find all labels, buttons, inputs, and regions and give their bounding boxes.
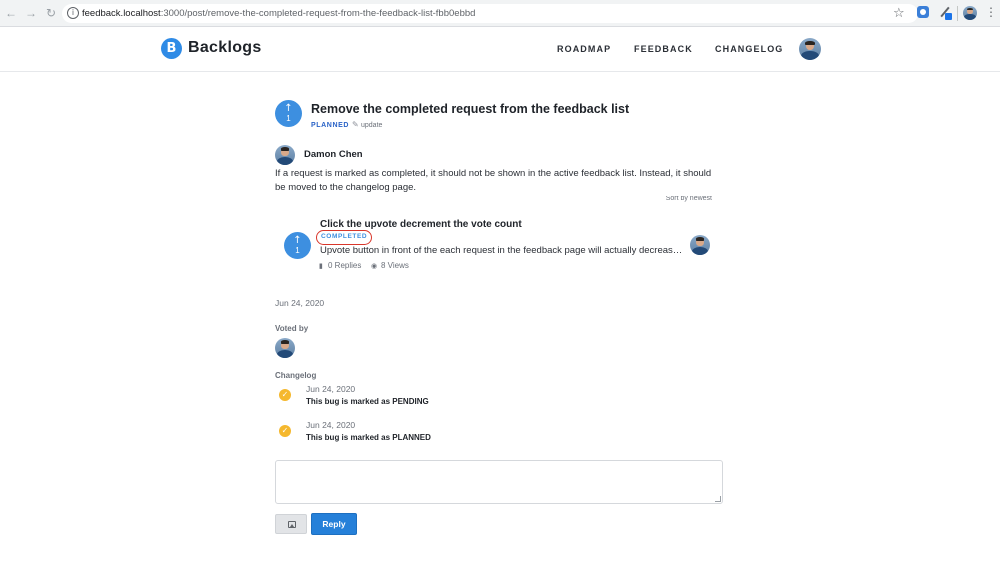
attach-image-button[interactable] <box>275 514 307 534</box>
changelog-date: Jun 24, 2020 <box>306 384 356 394</box>
edit-icon[interactable]: ✎ <box>352 120 361 129</box>
voted-by-label: Voted by <box>275 324 309 333</box>
post-date: Jun 24, 2020 <box>275 298 325 308</box>
card-vote-count: 1 <box>295 246 300 255</box>
author-name: Damon Chen <box>304 149 363 160</box>
vote-count: 1 <box>286 114 291 123</box>
comment-icon: ▮ <box>319 262 323 270</box>
card-status-badge: COMPLETED <box>316 230 373 245</box>
forward-arrow-icon[interactable]: → <box>24 6 38 20</box>
update-link[interactable]: update <box>361 121 382 130</box>
nav-changelog[interactable]: CHANGELOG <box>715 43 783 55</box>
brand-name[interactable]: Backlogs <box>188 38 262 58</box>
card-excerpt: Upvote button in front of the each reque… <box>320 245 686 256</box>
bookmark-star-icon[interactable]: ☆ <box>893 5 905 20</box>
post-title: Remove the completed request from the fe… <box>311 102 630 116</box>
menu-kebab-icon[interactable]: ⋮ <box>985 5 997 19</box>
card-author-avatar <box>690 235 710 255</box>
post-body: If a request is marked as completed, it … <box>275 168 712 193</box>
reply-button[interactable]: Reply <box>311 513 357 535</box>
status-badge: PLANNED <box>311 122 350 129</box>
sort-label[interactable]: Sort by newest <box>650 196 712 202</box>
extension-icon[interactable] <box>917 6 929 18</box>
profile-avatar-icon[interactable] <box>963 6 977 20</box>
nav-feedback[interactable]: FEEDBACK <box>634 43 693 55</box>
check-circle-icon: ✓ <box>279 425 291 437</box>
url-host: feedback.localhost <box>82 8 161 19</box>
nav-roadmap[interactable]: ROADMAP <box>557 43 611 55</box>
back-arrow-icon[interactable]: ← <box>4 6 18 20</box>
eye-icon: ◉ <box>371 262 378 270</box>
check-circle-icon: ✓ <box>279 389 291 401</box>
upvote-arrow-icon: ↑ <box>284 103 293 114</box>
pen-extension-icon[interactable] <box>938 6 952 20</box>
backlogs-logo-icon[interactable]: B <box>161 38 182 59</box>
changelog-date: Jun 24, 2020 <box>306 420 356 430</box>
author-avatar <box>275 145 295 165</box>
address-bar[interactable]: i feedback.localhost:3000/post/remove-th… <box>62 4 918 23</box>
reply-textarea[interactable] <box>275 460 723 504</box>
url-text[interactable]: feedback.localhost:3000/post/remove-the-… <box>82 7 475 20</box>
upvote-button[interactable]: ↑ 1 <box>275 100 302 127</box>
upvote-arrow-icon: ↑ <box>293 235 302 246</box>
toolbar-divider <box>957 6 958 21</box>
changelog-label: Changelog <box>275 371 317 380</box>
changelog-text: This bug is marked as PENDING <box>306 397 429 406</box>
user-avatar[interactable] <box>799 38 821 60</box>
reload-icon[interactable]: ↻ <box>44 6 58 20</box>
url-path: :3000/post/remove-the-completed-request-… <box>160 8 476 19</box>
site-info-icon[interactable]: i <box>67 7 79 19</box>
changelog-text: This bug is marked as PLANNED <box>306 433 431 442</box>
resize-handle-icon[interactable] <box>715 496 721 502</box>
voter-avatar <box>275 338 295 358</box>
card-views: 8 Views <box>381 261 409 270</box>
card-replies: 0 Replies <box>328 261 362 270</box>
image-icon <box>288 521 296 528</box>
browser-toolbar: ← → ↻ i feedback.localhost:3000/post/rem… <box>0 0 1000 27</box>
site-header: B Backlogs ROADMAP FEEDBACK CHANGELOG <box>0 27 1000 72</box>
card-upvote-button[interactable]: ↑ 1 <box>284 232 311 259</box>
